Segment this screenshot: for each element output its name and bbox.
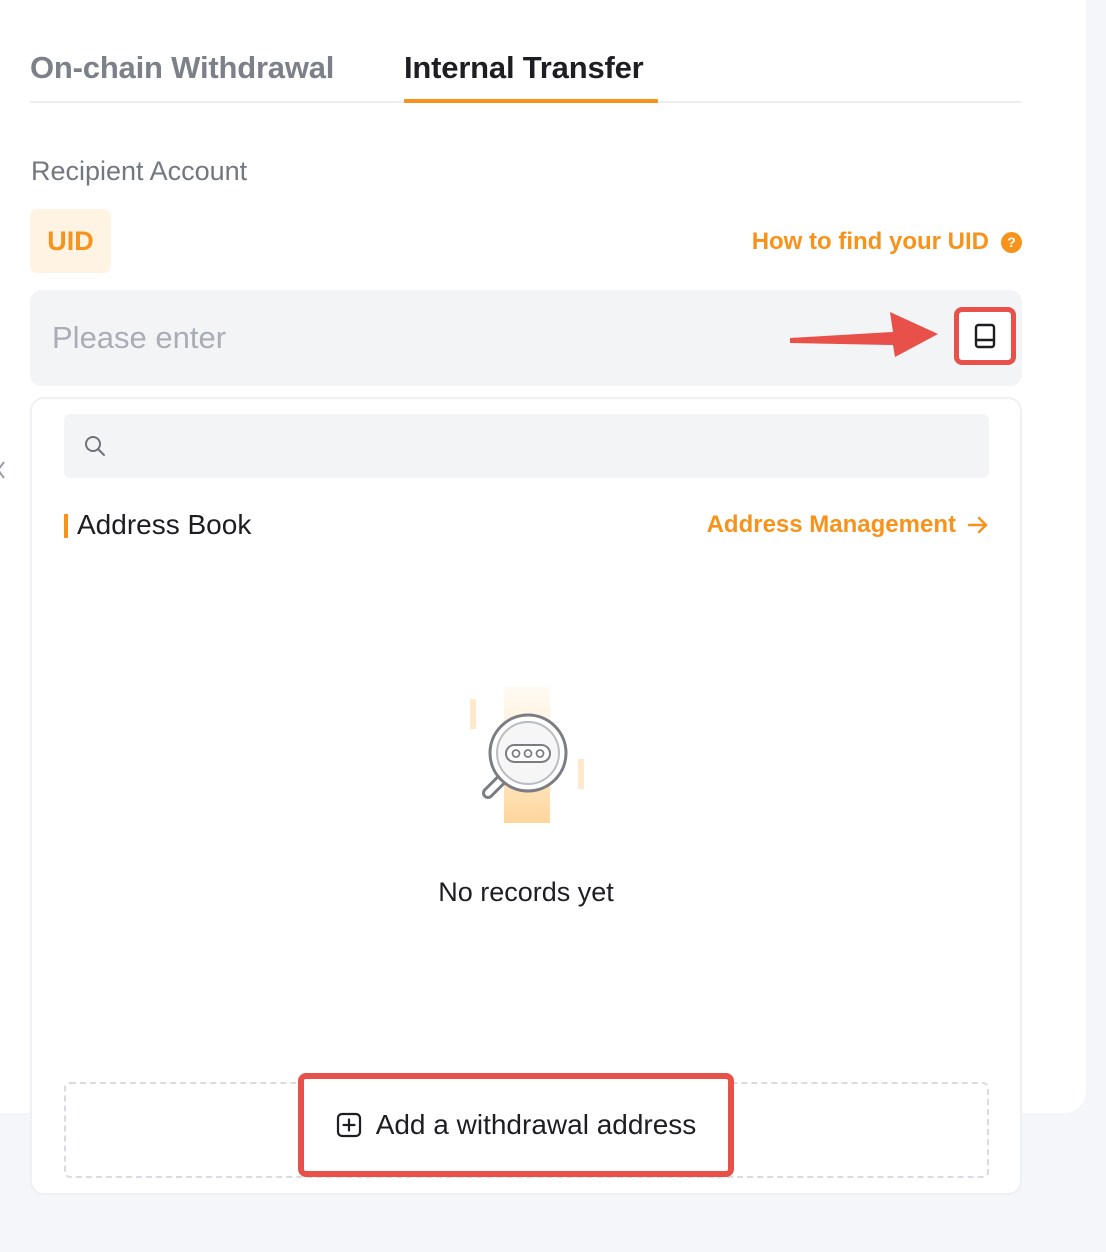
add-withdrawal-address-label: Add a withdrawal address [375, 1109, 697, 1140]
section-accent-bar [64, 514, 68, 538]
address-book-button[interactable] [954, 307, 1016, 365]
empty-state-magnifier-icon [470, 687, 584, 823]
chevron-left-icon[interactable] [0, 458, 8, 482]
how-to-find-uid-label: How to find your UID [751, 228, 989, 255]
active-tab-indicator [404, 99, 658, 103]
address-management-label: Address Management [706, 511, 956, 538]
address-book-title: Address Book [77, 509, 252, 540]
tab-internal-transfer[interactable]: Internal Transfer [404, 50, 644, 102]
recipient-account-label: Recipient Account [31, 156, 248, 186]
how-to-find-uid-link[interactable]: How to find your UID ? [752, 228, 1022, 256]
address-search-box [64, 414, 989, 478]
address-management-link[interactable]: Address Management [707, 511, 990, 539]
question-circle-icon: ? [1001, 231, 1022, 253]
empty-state-text: No records yet [438, 877, 614, 907]
plus-square-icon [336, 1112, 361, 1138]
tab-bar: On-chain Withdrawal Internal Transfer [30, 0, 1022, 103]
address-book-icon [974, 323, 996, 349]
uid-input[interactable] [52, 310, 752, 366]
uid-type-chip[interactable]: UID [30, 209, 111, 273]
search-icon [85, 436, 105, 456]
arrow-right-icon [967, 516, 988, 534]
address-search-input[interactable] [122, 424, 962, 468]
annotation-arrow-icon [790, 312, 938, 357]
tab-onchain-withdrawal[interactable]: On-chain Withdrawal [30, 50, 334, 86]
add-withdrawal-address-button[interactable]: Add a withdrawal address [298, 1073, 734, 1177]
